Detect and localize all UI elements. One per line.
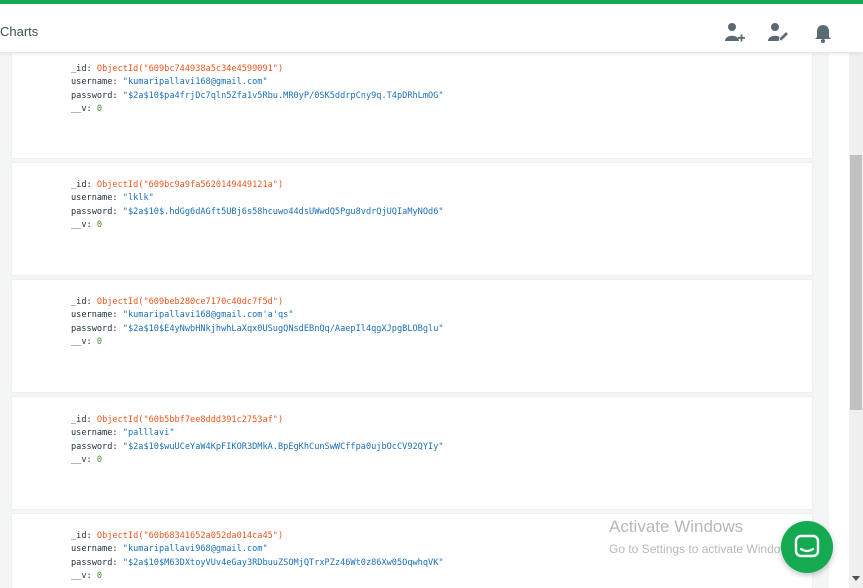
field-version: __v: 0 — [71, 571, 103, 582]
field-value: ObjectId("609bc744938a5c34e4599091") — [96, 64, 284, 74]
field-value: "$2a$10$wuUCeYaW4KpFIKOR3DMkA.BpEgKhCunS… — [122, 441, 444, 452]
field-key: username — [71, 193, 113, 204]
field-id: _id: ObjectId("609beb280ce7170c40dc7f5d"… — [71, 297, 284, 307]
page-title: Charts — [0, 24, 39, 39]
field-password: password: "$2a$10$wuUCeYaW4KpFIKOR3DMkA.… — [71, 441, 444, 452]
field-value: "kumaripallavi968@gmail.com" — [122, 544, 268, 555]
field-password: password: "$2a$10$pa4frjDc7qln5Zfa1v5Rbu… — [71, 90, 444, 101]
field-key: _id — [71, 64, 87, 74]
scroll-down-arrow-icon[interactable] — [852, 576, 860, 581]
field-value: 0 — [96, 104, 103, 115]
activate-windows-watermark: Activate Windows Go to Settings to activ… — [609, 516, 798, 558]
field-password: password: "$2a$10$E4yNwbHNkjhwhLaXqx0USu… — [71, 323, 444, 334]
add-user-icon[interactable] — [724, 22, 746, 44]
field-username: username: "kumaripallavi168@gmail.com'a'… — [71, 310, 294, 321]
field-value: "lklk" — [122, 193, 154, 204]
field-value: ObjectId("609beb280ce7170c40dc7f5d") — [96, 297, 284, 307]
bell-icon[interactable] — [812, 22, 834, 44]
field-key: _id — [71, 297, 87, 307]
field-key: __v — [71, 455, 87, 466]
field-value: ObjectId("60b68341652a052da014ca45") — [96, 531, 284, 541]
field-key: _id — [71, 180, 87, 190]
chat-button[interactable] — [781, 521, 833, 573]
field-key: __v — [71, 220, 87, 231]
field-value: ObjectId("609bc9a9fa5620149449121a") — [96, 180, 284, 190]
field-value: 0 — [96, 337, 103, 348]
field-id: _id: ObjectId("609bc744938a5c34e4599091"… — [71, 64, 284, 74]
field-id: _id: ObjectId("609bc9a9fa5620149449121a"… — [71, 180, 284, 190]
field-key: _id — [71, 415, 87, 425]
scrollbar-thumb[interactable] — [850, 155, 862, 410]
field-key: username — [71, 544, 113, 555]
field-username: username: "lklk" — [71, 193, 154, 204]
field-key: password — [71, 441, 113, 452]
field-value: ObjectId("60b5bbf7ee8ddd391c2753af") — [96, 415, 284, 425]
field-version: __v: 0 — [71, 337, 103, 348]
field-key: password — [71, 206, 113, 217]
field-password: password: "$2a$10$M63DXtoyVUv4eGay3RDbuu… — [71, 557, 444, 568]
document-card[interactable]: _id: ObjectId("60b5bbf7ee8ddd391c2753af"… — [12, 397, 812, 509]
field-version: __v: 0 — [71, 104, 103, 115]
field-key: password — [71, 557, 113, 568]
field-value: "kumaripallavi168@gmail.com'a'qs" — [122, 310, 294, 321]
watermark-subtitle: Go to Settings to activate Windows. — [609, 542, 799, 556]
field-key: _id — [71, 531, 87, 541]
header-bar: Charts — [0, 4, 863, 53]
documents-list: _id: ObjectId("609bc744938a5c34e4599091"… — [0, 53, 829, 588]
field-value: 0 — [96, 571, 103, 582]
field-value: "$2a$10$.hdGg6dAGft5UBj6s58hcuwo44dsUWwd… — [122, 206, 444, 217]
document-card[interactable]: _id: ObjectId("609bc9a9fa5620149449121a"… — [12, 163, 812, 275]
chat-icon — [794, 534, 820, 558]
document-card[interactable]: _id: ObjectId("609beb280ce7170c40dc7f5d"… — [12, 280, 812, 392]
field-value: "$2a$10$E4yNwbHNkjhwhLaXqx0USugQNsdEBnQq… — [122, 323, 444, 334]
field-version: __v: 0 — [71, 220, 103, 231]
field-key: username — [71, 77, 113, 88]
field-key: __v — [71, 337, 87, 348]
field-value: "$2a$10$pa4frjDc7qln5Zfa1v5Rbu.MR0yP/0SK… — [122, 90, 444, 101]
field-version: __v: 0 — [71, 455, 103, 466]
field-id: _id: ObjectId("60b5bbf7ee8ddd391c2753af"… — [71, 415, 284, 425]
field-username: username: "kumaripallavi968@gmail.com" — [71, 544, 268, 555]
field-key: __v — [71, 571, 87, 582]
document-card[interactable]: _id: ObjectId("609bc744938a5c34e4599091"… — [12, 53, 812, 158]
field-value: "palllavi" — [122, 428, 175, 439]
field-password: password: "$2a$10$.hdGg6dAGft5UBj6s58hcu… — [71, 206, 444, 217]
field-key: password — [71, 323, 113, 334]
field-value: "kumaripallavi168@gmail.com" — [122, 77, 268, 88]
field-username: username: "kumaripallavi168@gmail.com" — [71, 77, 268, 88]
field-username: username: "palllavi" — [71, 428, 175, 439]
field-value: 0 — [96, 220, 103, 231]
edit-user-icon[interactable] — [768, 22, 790, 44]
field-id: _id: ObjectId("60b68341652a052da014ca45"… — [71, 531, 284, 541]
field-value: "$2a$10$M63DXtoyVUv4eGay3RDbuuZSOMjQTrxP… — [122, 557, 444, 568]
field-key: password — [71, 90, 113, 101]
field-value: 0 — [96, 455, 103, 466]
field-key: username — [71, 310, 113, 321]
field-key: __v — [71, 104, 87, 115]
field-key: username — [71, 428, 113, 439]
watermark-title: Activate Windows — [609, 517, 744, 536]
